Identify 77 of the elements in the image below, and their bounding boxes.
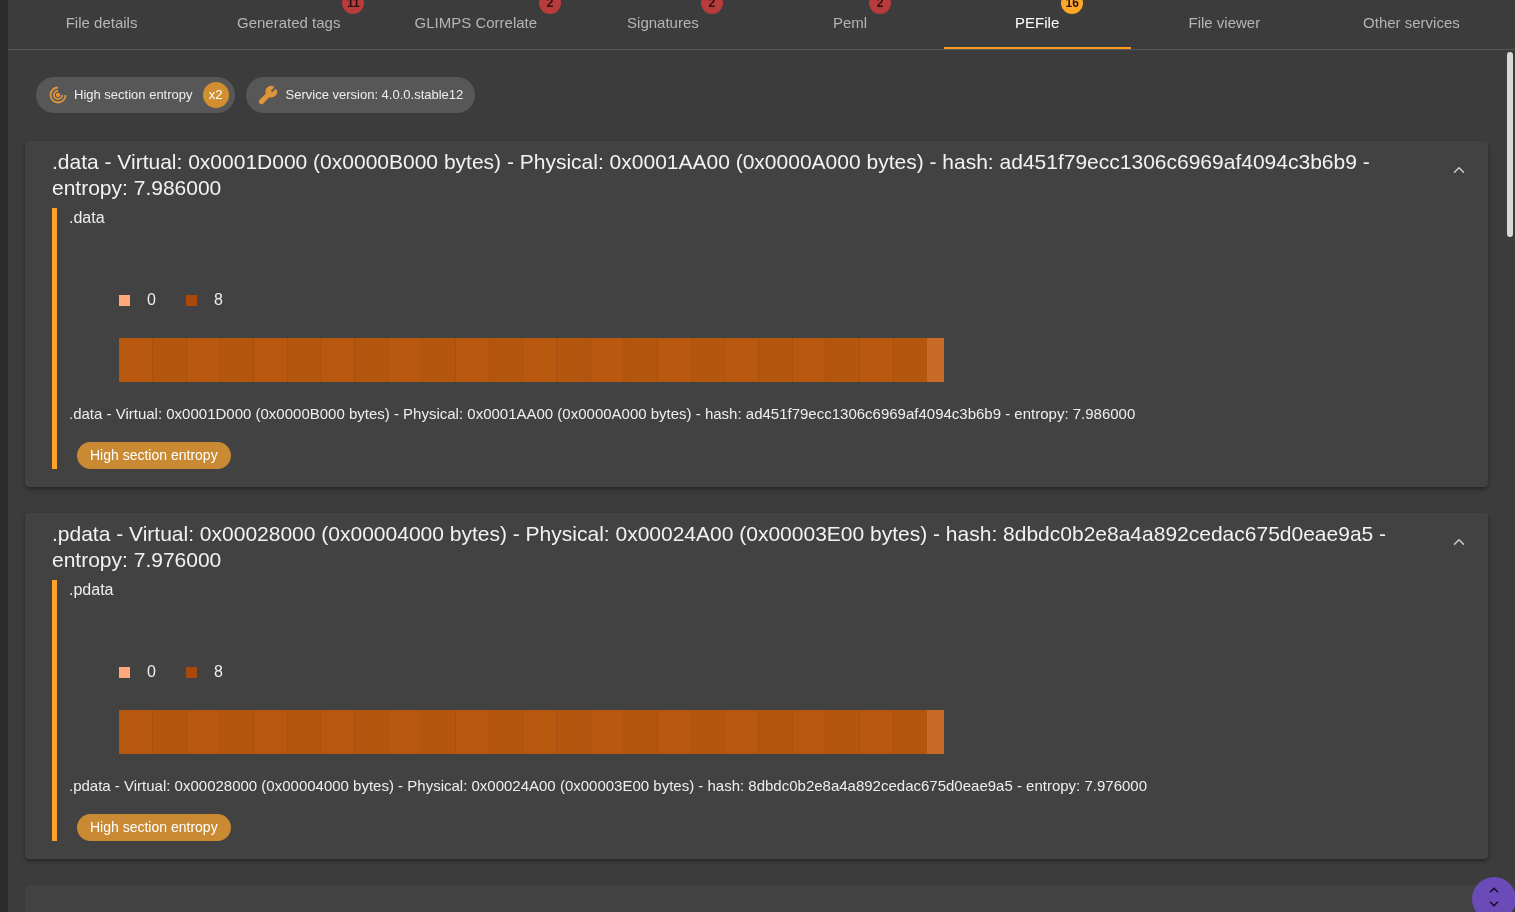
legend-swatch-icon	[185, 294, 197, 306]
heatmap-cell	[590, 710, 625, 754]
legend-swatch-icon	[185, 666, 197, 678]
count-badge: x2	[202, 82, 229, 108]
heatmap-cell	[893, 710, 928, 754]
section-name: .pdata	[69, 580, 115, 600]
heatmap-cell	[489, 710, 524, 754]
heatmap-cell	[859, 710, 894, 754]
heatmap-cell	[253, 338, 288, 382]
heatmap-cell	[287, 710, 322, 754]
section-title: .pdata - Virtual: 0x00028000 (0x00004000 bytes) - Physical: 0x00024A00 (0x00003E00 bytes) - hash: 8dbdc0b2e8a4a892cedac675d0eae9a5 - entropy: 7.976000	[52, 521, 1388, 573]
heatmap-cell	[724, 710, 759, 754]
heatmap-cell	[152, 710, 187, 754]
heatmap-cell	[927, 338, 944, 382]
section-description: .pdata - Virtual: 0x00028000 (0x00004000 bytes) - Physical: 0x00024A00 (0x00003E00 bytes) - hash: 8dbdc0b2e8a4a892cedac675d0eae9a5 - entropy: 7.976000	[69, 776, 1148, 796]
heatmap-cell	[320, 338, 355, 382]
chip-label: High section entropy	[74, 86, 193, 105]
heatmap-cell	[119, 338, 153, 382]
heatmap-cell	[152, 338, 187, 382]
heatmap-cell	[219, 338, 254, 382]
heatmap-cell	[388, 710, 423, 754]
tab[interactable]: File details	[8, 0, 196, 49]
section-title: .data - Virtual: 0x0001D000 (0x0000B000 bytes) - Physical: 0x0001AA00 (0x0000A000 bytes) - hash: ad451f79ecc1306c6969af4094c3b6b9 - entropy: 7.986000	[52, 149, 1371, 201]
section-description: .data - Virtual: 0x0001D000 (0x0000B000 bytes) - Physical: 0x0001AA00 (0x0000A000 bytes) - hash: ad451f79ecc1306c6969af4094c3b6b9 - entropy: 7.986000	[69, 404, 1137, 424]
scrollbar-thumb[interactable]	[1507, 52, 1513, 237]
heatmap-cell	[522, 338, 557, 382]
heatmap-cell	[253, 710, 288, 754]
heatmap-cell	[623, 338, 658, 382]
heatmap-cell	[522, 710, 557, 754]
section-name: .data	[69, 208, 106, 228]
tab[interactable]: File viewer	[1130, 0, 1318, 49]
heatmap-cell	[724, 338, 759, 382]
chip-label: Service version: 4.0.0.stable12	[285, 86, 464, 105]
heatmap-cell	[657, 710, 692, 754]
heatmap-cell	[354, 338, 389, 382]
legend-swatch-icon	[119, 294, 130, 306]
heatmap-cell	[758, 710, 793, 754]
legend-label: 8	[213, 662, 223, 682]
heatmap-cell	[388, 338, 423, 382]
heatmap-cell	[792, 338, 827, 382]
heatmap-cell	[489, 338, 524, 382]
wrench-icon	[257, 85, 278, 105]
version-chip[interactable]: Service version: 4.0.0.stable12	[245, 77, 476, 113]
heatmap-cell	[421, 338, 456, 382]
heatmap-cell	[186, 710, 221, 754]
heatmap-cell	[354, 710, 389, 754]
heatmap-cell	[792, 710, 827, 754]
heuristic-tag[interactable]: High section entropy	[77, 814, 231, 841]
radar-icon	[48, 85, 68, 105]
heatmap-cell	[186, 338, 221, 382]
heatmap-cell	[927, 710, 944, 754]
heatmap-cell	[219, 710, 254, 754]
heatmap-cell	[590, 338, 625, 382]
heatmap-cell	[623, 710, 658, 754]
legend-label: 0	[147, 290, 156, 310]
heatmap-cell	[421, 710, 456, 754]
heatmap-cell	[287, 338, 322, 382]
heatmap-cell	[119, 710, 153, 754]
legend-label: 0	[147, 662, 156, 682]
heuristic-chip[interactable]: High section entropy x2	[36, 77, 235, 113]
heatmap-cell	[859, 338, 894, 382]
heatmap-cell	[455, 338, 490, 382]
legend-label: 8	[213, 290, 223, 310]
tab[interactable]: Other services	[1317, 0, 1505, 49]
heuristic-tag[interactable]: High section entropy	[77, 442, 231, 469]
heatmap-cell	[691, 710, 726, 754]
heatmap-cell	[825, 338, 860, 382]
heatmap-cell	[657, 338, 692, 382]
heatmap-cell	[893, 338, 928, 382]
heatmap-cell	[825, 710, 860, 754]
heatmap-cell	[320, 710, 355, 754]
heatmap-cell	[556, 338, 591, 382]
heatmap-cell	[758, 338, 793, 382]
heatmap-cell	[455, 710, 490, 754]
heatmap-cell	[556, 710, 591, 754]
heatmap-cell	[691, 338, 726, 382]
legend-swatch-icon	[119, 666, 130, 678]
